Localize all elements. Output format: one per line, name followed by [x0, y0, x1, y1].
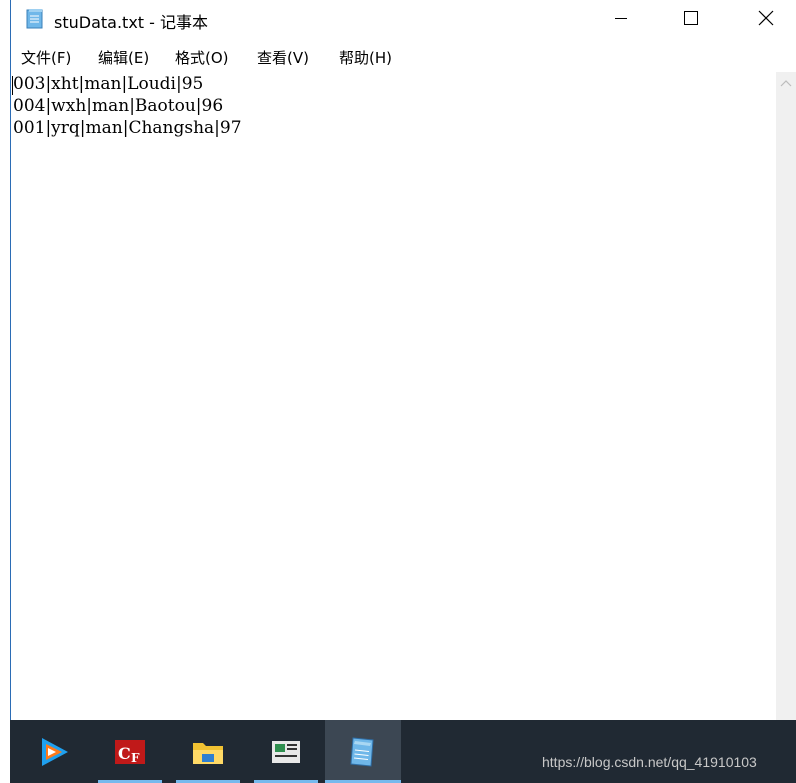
text-editor[interactable]: 003|xht|man|Loudi|95 004|wxh|man|Baotou|… [11, 72, 777, 720]
window-title: stuData.txt - 记事本 [54, 13, 209, 32]
title-bar[interactable]: stuData.txt - 记事本 [11, 0, 796, 38]
tencent-video-icon [42, 737, 68, 766]
minimize-icon [615, 18, 627, 19]
taskbar-tencent-video[interactable] [22, 720, 86, 783]
maximize-button[interactable] [662, 0, 720, 36]
taskbar-news-app[interactable] [254, 720, 318, 783]
watermark-text: https://blog.csdn.net/qq_41910103 [542, 754, 757, 770]
text-line-1: 003|xht|man|Loudi|95 [13, 74, 204, 94]
notepad-icon [350, 736, 374, 767]
scroll-up-arrow-icon[interactable] [776, 74, 796, 94]
text-line-3: 001|yrq|man|Changsha|97 [13, 118, 242, 138]
notepad-icon [25, 8, 45, 30]
svg-text:C: C [118, 744, 131, 763]
menu-help[interactable]: 帮助(H) [339, 47, 392, 68]
minimize-button[interactable] [592, 0, 650, 36]
cf-game-icon: C F [115, 739, 145, 765]
menu-edit[interactable]: 编辑(E) [98, 47, 149, 68]
taskbar-notepad[interactable] [325, 720, 401, 783]
svg-text:F: F [131, 751, 140, 765]
maximize-icon [684, 11, 698, 25]
menu-file[interactable]: 文件(F) [21, 47, 71, 68]
menu-bar: 文件(F) 编辑(E) 格式(O) 查看(V) 帮助(H) [11, 44, 796, 68]
notepad-window: stuData.txt - 记事本 文件(F) 编辑(E) 格式(O) 查看(V… [10, 0, 796, 720]
file-explorer-icon [193, 742, 223, 764]
close-icon [758, 10, 774, 26]
close-button[interactable] [737, 0, 795, 36]
menu-format[interactable]: 格式(O) [175, 47, 229, 68]
taskbar-file-explorer[interactable] [176, 720, 240, 783]
vertical-scrollbar[interactable] [776, 72, 796, 720]
taskbar: C F [10, 720, 796, 783]
text-line-2: 004|wxh|man|Baotou|96 [13, 96, 224, 116]
news-app-icon [272, 740, 300, 763]
taskbar-cf-game[interactable]: C F [98, 720, 162, 783]
menu-view[interactable]: 查看(V) [257, 47, 309, 68]
